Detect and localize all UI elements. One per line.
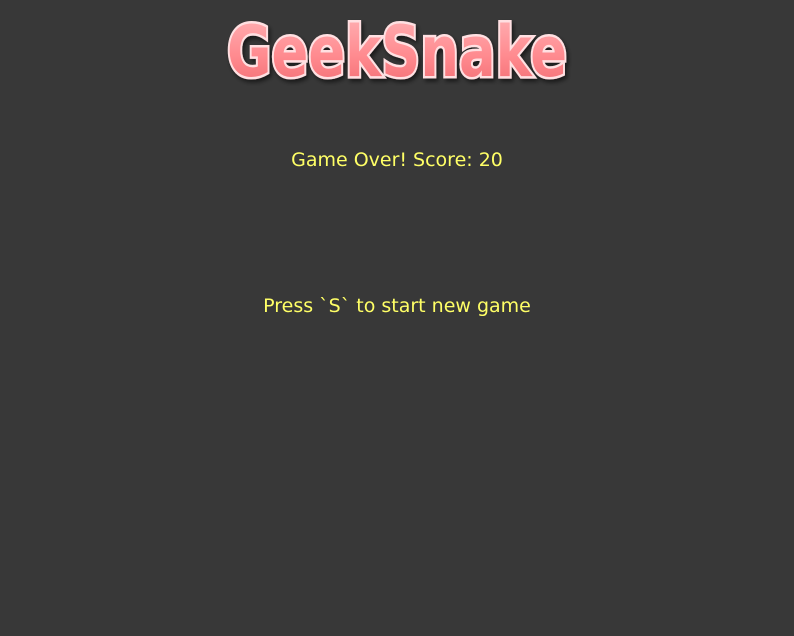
game-over-message: Game Over! Score: 20 — [291, 149, 503, 171]
geeksnake-logo: GeekSnake — [225, 9, 570, 96]
game-logo: GeekSnake — [0, 6, 794, 96]
restart-hint: Press `S` to start new game — [263, 295, 531, 317]
game-screen: GeekSnake Game Over! Score: 20 Press `S`… — [0, 0, 794, 636]
logo-text: GeekSnake — [227, 11, 567, 93]
